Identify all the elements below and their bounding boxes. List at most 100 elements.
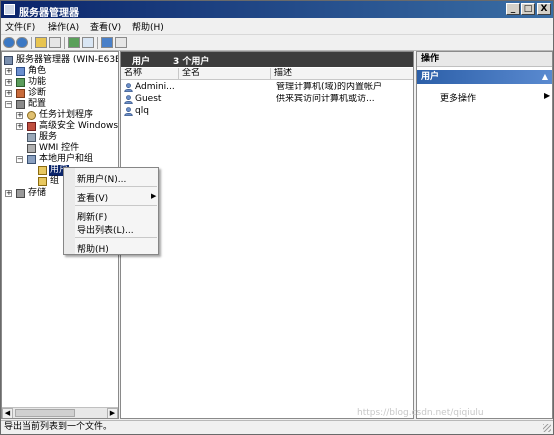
refresh-icon[interactable] — [68, 37, 80, 48]
tree-label-local-users: 本地用户和组 — [39, 154, 94, 164]
close-button[interactable]: X — [537, 3, 551, 15]
status-bar: 导出当前列表到一个文件。 — [1, 420, 553, 434]
minimize-button[interactable]: _ — [506, 3, 520, 15]
context-menu-separator — [75, 205, 157, 206]
user-icon — [124, 83, 133, 92]
expand-icon[interactable]: + — [16, 112, 23, 119]
context-menu-export-list[interactable]: 导出列表(L)... — [77, 223, 134, 236]
context-menu-help[interactable]: 帮助(H) — [77, 242, 109, 255]
results-title: 用户 — [132, 57, 151, 67]
context-menu-gutter — [64, 168, 75, 254]
actions-header: 操作 — [417, 52, 552, 67]
scroll-thumb[interactable] — [15, 409, 75, 417]
cell-description: 管理计算机(域)的内置帐户 — [276, 82, 383, 92]
submenu-arrow-icon: ▶ — [151, 192, 157, 200]
tree-label-root: 服务器管理器 (WIN-E63E — [16, 55, 119, 65]
wmi-icon — [27, 144, 36, 153]
scroll-left-arrow-icon[interactable]: ◀ — [2, 408, 13, 418]
users-group-icon — [27, 155, 36, 164]
context-menu-separator — [75, 237, 157, 238]
back-arrow-icon[interactable] — [3, 37, 15, 48]
status-text: 导出当前列表到一个文件。 — [4, 422, 113, 432]
window-title: 服务器管理器 — [19, 8, 79, 19]
diagnostics-icon — [16, 89, 25, 98]
tree-label-config: 配置 — [28, 99, 47, 109]
context-menu: 新用户(N)... 查看(V) ▶ 刷新(F) 导出列表(L)... 帮助(H) — [63, 167, 159, 255]
user-icon — [124, 107, 133, 116]
features-icon — [16, 78, 25, 87]
clock-icon — [27, 111, 36, 120]
scroll-right-arrow-icon[interactable]: ▶ — [107, 408, 118, 418]
firewall-icon — [27, 122, 36, 131]
menu-action[interactable]: 操作(A) — [48, 20, 79, 33]
column-header-fullname[interactable]: 全名 — [179, 68, 271, 80]
help-icon[interactable] — [101, 37, 113, 48]
menu-help[interactable]: 帮助(H) — [132, 20, 164, 33]
tree-label-storage: 存储 — [28, 188, 47, 198]
tree-label-wmi: WMI 控件 — [39, 143, 80, 153]
menu-bar: 文件(F) 操作(A) 查看(V) 帮助(H) — [1, 18, 553, 34]
actions-pane: 操作 用户 ▲ 更多操作 ▶ — [416, 51, 553, 419]
show-tree-icon[interactable] — [49, 37, 61, 48]
folder-icon — [38, 177, 47, 186]
actions-section-label: 用户 — [421, 72, 440, 82]
table-row[interactable]: Admini... 管理计算机(域)的内置帐户 — [121, 82, 413, 93]
table-row[interactable]: qlq — [121, 106, 413, 117]
results-pane: 用户 3 个用户 名称 全名 描述 Admini... 管理计算机(域)的内置帐… — [120, 51, 414, 419]
table-row[interactable]: Guest 供来宾访问计算机或访... — [121, 94, 413, 105]
menu-view[interactable]: 查看(V) — [90, 20, 121, 33]
collapse-icon[interactable]: − — [5, 101, 12, 108]
column-header-name[interactable]: 名称 — [121, 68, 179, 80]
title-bar[interactable]: 服务器管理器 _ □ X — [1, 1, 553, 19]
expand-icon[interactable]: + — [5, 79, 12, 86]
resize-grip-icon[interactable] — [543, 424, 551, 432]
expand-icon[interactable]: + — [5, 68, 12, 75]
collapse-icon[interactable]: − — [16, 156, 23, 163]
server-icon — [4, 56, 13, 65]
watermark: https://blog.csdn.net/qiqiulu — [357, 408, 484, 418]
tree-label-features: 功能 — [28, 77, 47, 87]
cell-name: Guest — [135, 94, 162, 104]
actions-section-users[interactable]: 用户 ▲ — [417, 70, 552, 84]
maximize-button[interactable]: □ — [521, 3, 535, 15]
forward-arrow-icon[interactable] — [16, 37, 28, 48]
context-menu-refresh[interactable]: 刷新(F) — [77, 210, 107, 223]
tree-label-roles: 角色 — [28, 66, 47, 76]
results-header: 用户 3 个用户 — [121, 52, 413, 67]
services-gear-icon — [27, 133, 36, 142]
tree-label-task-scheduler: 任务计划程序 — [39, 110, 94, 120]
expand-icon[interactable]: + — [5, 190, 12, 197]
context-menu-view[interactable]: 查看(V) — [77, 191, 108, 204]
cell-description: 供来宾访问计算机或访... — [276, 94, 375, 104]
collapse-up-icon[interactable]: ▲ — [542, 70, 548, 84]
tree-label-services: 服务 — [39, 132, 58, 142]
toolbar-separator — [97, 37, 98, 49]
up-folder-icon[interactable] — [35, 37, 47, 48]
storage-disk-icon — [16, 189, 25, 198]
roles-icon — [16, 67, 25, 76]
toolbar-separator — [31, 37, 32, 49]
show-action-pane-icon[interactable] — [115, 37, 127, 48]
cell-name: qlq — [135, 106, 149, 116]
server-manager-window: 服务器管理器 _ □ X 文件(F) 操作(A) 查看(V) 帮助(H) 服务器… — [0, 0, 554, 435]
more-actions-link[interactable]: 更多操作 — [440, 91, 476, 104]
expand-icon[interactable]: + — [5, 90, 12, 97]
menu-file[interactable]: 文件(F) — [5, 20, 35, 33]
results-count: 3 个用户 — [173, 57, 210, 67]
context-menu-separator — [75, 186, 157, 187]
expand-icon[interactable]: + — [16, 123, 23, 130]
submenu-arrow-icon: ▶ — [544, 91, 551, 100]
tree-horizontal-scrollbar[interactable]: ◀ ▶ — [2, 407, 118, 418]
column-header-description[interactable]: 描述 — [271, 68, 413, 80]
folder-icon — [38, 166, 47, 175]
tree-label-firewall: 高级安全 Windows — [39, 121, 119, 131]
tree-label-diagnostics: 诊断 — [28, 88, 47, 98]
config-icon — [16, 100, 25, 109]
toolbar — [1, 34, 553, 51]
cell-name: Admini... — [135, 82, 175, 92]
tree-label-groups: 组 — [50, 176, 60, 186]
context-menu-new-user[interactable]: 新用户(N)... — [77, 172, 126, 185]
user-icon — [124, 95, 133, 104]
server-manager-icon — [4, 4, 15, 15]
export-list-icon[interactable] — [82, 37, 94, 48]
